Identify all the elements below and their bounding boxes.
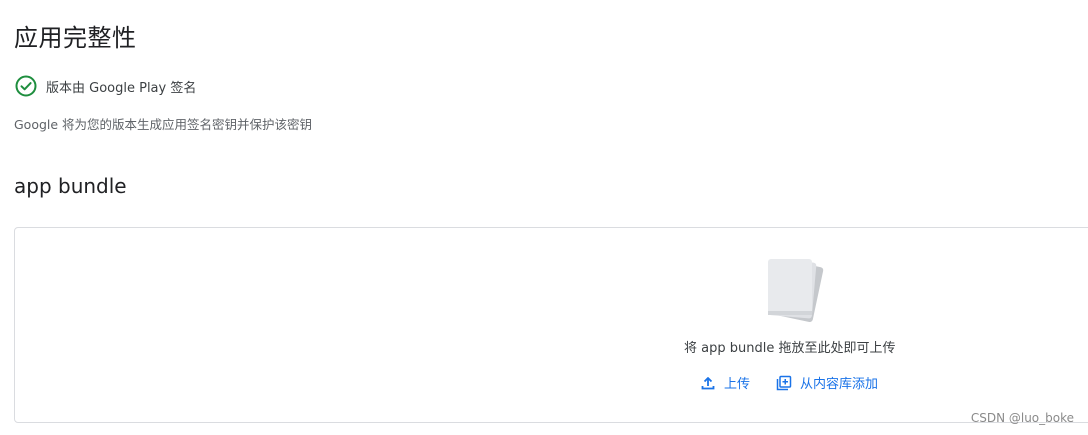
upload-button-label: 上传 bbox=[724, 377, 751, 392]
upload-button[interactable]: 上传 bbox=[700, 373, 750, 392]
add-from-library-button[interactable]: 从内容库添加 bbox=[776, 373, 878, 392]
app-integrity-page: 应用完整性 版本由 Google Play 签名 Google 将为您的版本生成… bbox=[0, 0, 1088, 435]
check-circle-icon bbox=[15, 75, 37, 97]
upload-icon bbox=[701, 376, 715, 389]
app-integrity-title: 应用完整性 bbox=[14, 24, 137, 52]
dropzone-actions: 上传 从内容库添加 bbox=[700, 373, 878, 392]
signing-status: 版本由 Google Play 签名 bbox=[14, 74, 196, 98]
app-bundle-title: app bundle bbox=[14, 174, 127, 198]
csdn-watermark: CSDN @luo_boke bbox=[970, 411, 1074, 425]
app-bundle-dropzone[interactable] bbox=[14, 227, 1088, 423]
documents-illustration-icon bbox=[768, 259, 824, 323]
signing-status-text: 版本由 Google Play 签名 bbox=[46, 80, 197, 96]
signing-description: Google 将为您的版本生成应用签名密钥并保护该密钥 bbox=[14, 117, 313, 132]
library-add-icon bbox=[776, 375, 792, 390]
add-from-library-label: 从内容库添加 bbox=[800, 377, 879, 392]
dropzone-instruction: 将 app bundle 拖放至此处即可上传 bbox=[684, 341, 896, 356]
